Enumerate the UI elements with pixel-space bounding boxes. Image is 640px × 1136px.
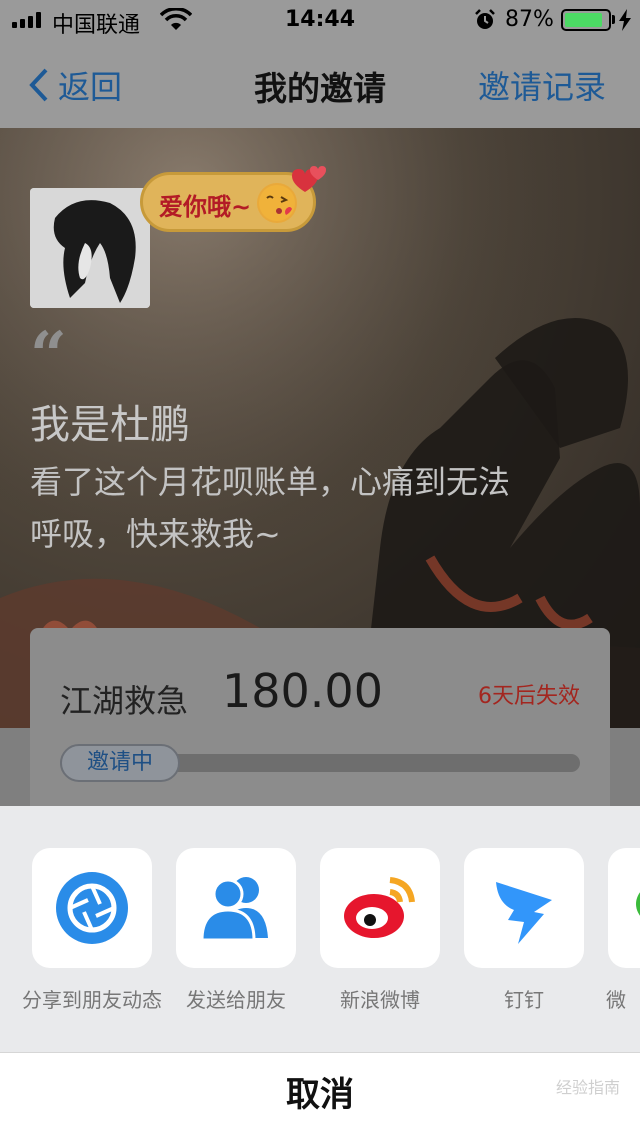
contacts-icon [200, 877, 268, 942]
battery-percent: 87% [505, 7, 554, 32]
hearts-icon [292, 166, 326, 192]
card-label: 江湖救急 [60, 682, 189, 720]
battery-icon [561, 9, 611, 31]
back-button[interactable]: 返回 [28, 62, 122, 108]
share-dingtalk-item[interactable]: 钉钉 [464, 848, 584, 1012]
avatar-image [30, 188, 150, 308]
invite-card: 江湖救急 180.00 6天后失效 邀请中 [30, 628, 610, 828]
share-weibo-item[interactable]: 新浪微博 [320, 848, 440, 1012]
cancel-button[interactable]: 取消 [0, 1052, 640, 1136]
share-tile[interactable] [608, 848, 640, 968]
share-tile[interactable] [320, 848, 440, 968]
chevron-left-icon [29, 68, 48, 102]
share-friend-item[interactable]: 发送给朋友 [176, 848, 296, 1012]
status-bar: 中国联通 14:44 87% [0, 0, 640, 40]
shutter-icon [56, 872, 128, 944]
share-sheet: 分享到朋友动态 发送给朋友 新浪微博 钉钉 微 [0, 806, 640, 1052]
avatar[interactable] [30, 188, 150, 308]
inviter-name: 我是杜鹏 [30, 402, 190, 448]
dingtalk-icon [496, 882, 552, 944]
alarm-icon [475, 9, 495, 29]
share-tile[interactable] [176, 848, 296, 968]
share-moments-item[interactable]: 分享到朋友动态 [22, 848, 162, 1012]
share-tile[interactable] [464, 848, 584, 968]
status-chip: 邀请中 [60, 744, 180, 782]
battery-tip [612, 15, 615, 24]
invite-message: 看了这个月花呗账单，心痛到无法呼吸，快来救我~ [30, 463, 511, 553]
weibo-icon [344, 877, 415, 938]
charging-bolt-icon [619, 9, 631, 31]
share-label: 钉钉 [504, 988, 544, 1012]
share-label: 微 [606, 988, 626, 1012]
watermark: 经验指南 [555, 1078, 620, 1097]
back-label: 返回 [58, 68, 123, 106]
quote-mark: “ [30, 318, 67, 393]
wechat-icon [636, 892, 640, 916]
sticker-text: 爱你哦~ [159, 193, 252, 221]
navigation-bar: 返回 我的邀请 邀请记录 [0, 40, 640, 128]
card-amount: 180.00 [222, 664, 383, 718]
invite-history-button[interactable]: 邀请记录 [478, 62, 606, 108]
share-wechat-item[interactable]: 微 [606, 848, 640, 1012]
share-tile[interactable] [32, 848, 152, 968]
expire-badge: 6天后失效 [478, 684, 580, 709]
